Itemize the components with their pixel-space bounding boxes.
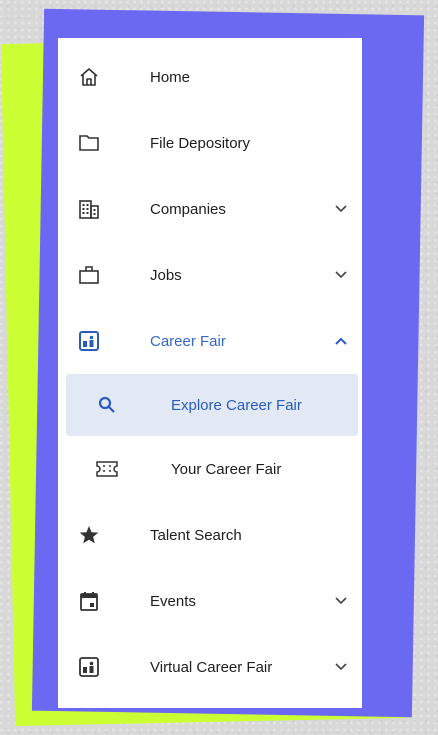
chevron-down-icon[interactable] xyxy=(334,660,348,674)
sidebar-item-label: File Depository xyxy=(150,134,251,152)
sidebar-item-file-depository[interactable]: File Depository xyxy=(58,110,362,176)
sidebar-item-home[interactable]: Home xyxy=(58,44,362,110)
home-icon xyxy=(78,66,100,88)
sidebar-item-virtual-career-fair[interactable]: Virtual Career Fair xyxy=(58,634,362,700)
calendar-icon xyxy=(78,590,100,612)
sidebar-item-label: Events xyxy=(150,592,196,610)
briefcase-icon xyxy=(78,264,100,286)
sidebar-subitem-label: Explore Career Fair xyxy=(171,396,302,414)
sidebar-item-label: Home xyxy=(150,68,191,86)
sidebar-item-label: Career Fair xyxy=(150,332,226,350)
chevron-up-icon[interactable] xyxy=(334,334,348,348)
chevron-down-icon[interactable] xyxy=(334,268,348,282)
ticket-icon xyxy=(96,458,118,480)
sidebar-item-label: Jobs xyxy=(150,266,182,284)
sidebar-item-label: Companies xyxy=(150,200,226,218)
folder-icon xyxy=(78,132,100,154)
sidebar-subitem-label: Your Career Fair xyxy=(171,460,282,478)
sidebar-subitem-explore-career-fair[interactable]: Explore Career Fair xyxy=(66,374,358,436)
search-icon xyxy=(96,394,118,416)
sidebar-item-events[interactable]: Events xyxy=(58,568,362,634)
sidebar-item-label: Virtual Career Fair xyxy=(150,658,273,676)
career-fair-icon xyxy=(78,330,100,352)
sidebar-item-career-fair[interactable]: Career Fair xyxy=(58,308,362,374)
sidebar-nav: Home File Depository Companies Jobs Care… xyxy=(58,38,362,708)
chevron-down-icon[interactable] xyxy=(334,202,348,216)
star-icon xyxy=(78,524,100,546)
sidebar-item-jobs[interactable]: Jobs xyxy=(58,242,362,308)
building-icon xyxy=(78,198,100,220)
sidebar-item-label: Talent Search xyxy=(150,526,242,544)
sidebar-subitem-your-career-fair[interactable]: Your Career Fair xyxy=(58,436,362,502)
sidebar-item-talent-search[interactable]: Talent Search xyxy=(58,502,362,568)
virtual-fair-icon xyxy=(78,656,100,678)
sidebar-item-companies[interactable]: Companies xyxy=(58,176,362,242)
chevron-down-icon[interactable] xyxy=(334,594,348,608)
